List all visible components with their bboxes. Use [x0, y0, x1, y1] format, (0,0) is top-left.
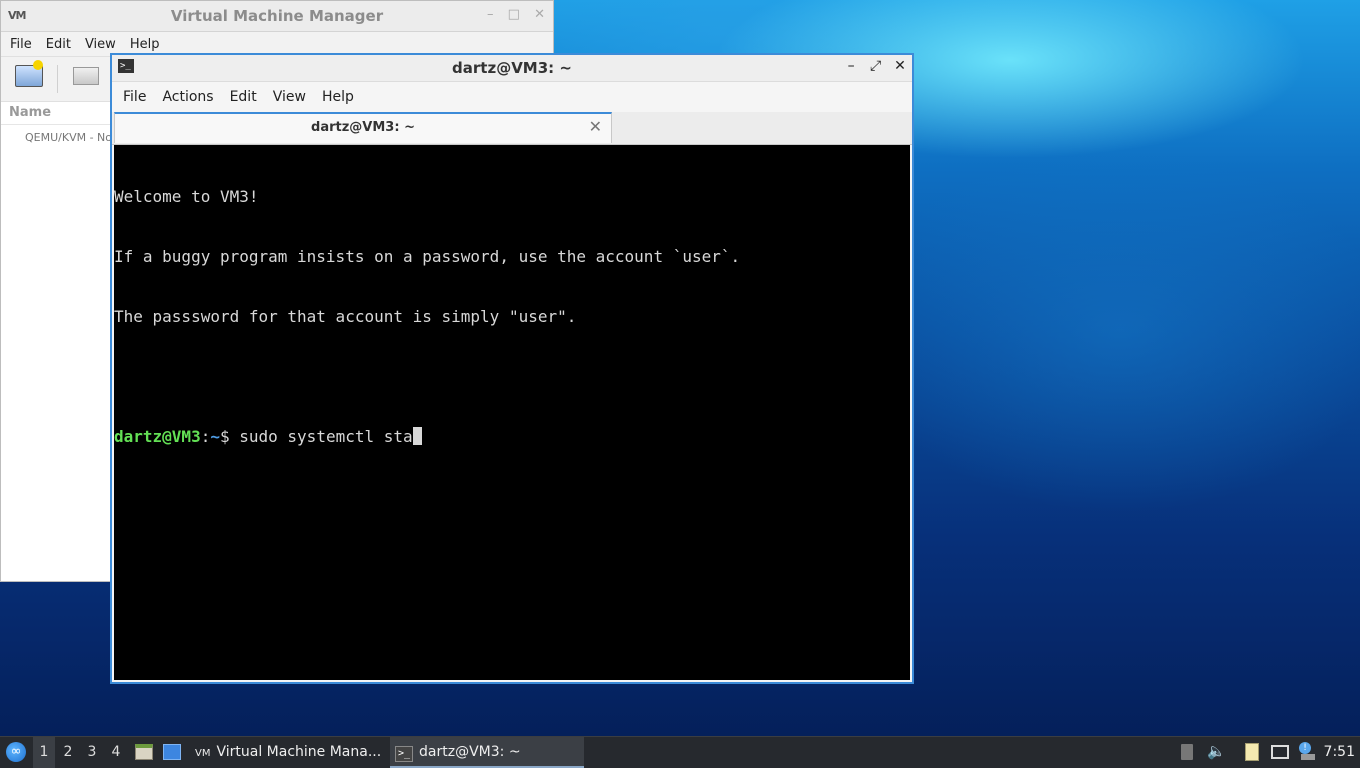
toolbar-separator: [57, 65, 58, 93]
terminal-menu-actions[interactable]: Actions: [154, 89, 221, 105]
prompt-symbol: $: [219, 427, 240, 446]
terminal-tab[interactable]: dartz@VM3: ~ ✕: [114, 112, 612, 143]
workspace-2[interactable]: 2: [57, 737, 79, 768]
terminal-menu-edit[interactable]: Edit: [222, 89, 265, 105]
workspace-3[interactable]: 3: [81, 737, 103, 768]
taskbar-task-label: dartz@VM3: ~: [419, 744, 521, 760]
terminal-menu-view[interactable]: View: [265, 89, 314, 105]
terminal-menubar: File Actions Edit View Help: [112, 82, 912, 112]
vmm-icon: VM: [195, 748, 211, 759]
close-icon[interactable]: ✕: [894, 58, 906, 74]
workspace-1[interactable]: 1: [33, 737, 55, 768]
file-manager-icon[interactable]: [135, 744, 153, 760]
maximize-icon[interactable]: □: [508, 7, 520, 22]
vmm-menu-file[interactable]: File: [3, 37, 39, 52]
prompt-path: ~: [210, 427, 220, 446]
text-cursor: [412, 427, 422, 445]
console-line: The passsword for that account is simply…: [114, 307, 577, 326]
taskbar-task-label: Virtual Machine Mana...: [216, 744, 382, 760]
terminal-console[interactable]: Welcome to VM3! If a buggy program insis…: [114, 145, 910, 680]
tab-close-icon[interactable]: ✕: [589, 117, 602, 136]
new-vm-icon[interactable]: [15, 60, 43, 87]
minimize-icon[interactable]: –: [487, 7, 494, 22]
prompt-user: dartz@VM3: [114, 427, 201, 446]
tray-scroll-icon[interactable]: [1181, 744, 1193, 760]
terminal-window[interactable]: >_ dartz@VM3: ~ – ⤢ ✕ File Actions Edit …: [110, 53, 914, 684]
console-line: If a buggy program insists on a password…: [114, 247, 741, 266]
terminal-window-title: dartz@VM3: ~: [452, 59, 572, 77]
terminal-tab-label: dartz@VM3: ~: [311, 120, 415, 135]
console-prompt-line: dartz@VM3:~$ sudo systemctl sta: [114, 427, 910, 447]
command-input[interactable]: sudo systemctl sta: [239, 427, 412, 446]
update-icon[interactable]: [1301, 754, 1315, 760]
maximize-icon[interactable]: ⤢: [870, 58, 882, 74]
terminal-tabbar: dartz@VM3: ~ ✕: [112, 112, 912, 145]
clock[interactable]: 7:51: [1324, 737, 1355, 768]
vmm-menu-help[interactable]: Help: [123, 37, 167, 52]
notification-icon[interactable]: !: [1299, 742, 1311, 754]
clipboard-icon[interactable]: [1245, 743, 1259, 761]
volume-icon[interactable]: 🔈: [1207, 742, 1226, 760]
network-icon[interactable]: [1271, 745, 1289, 759]
terminal-titlebar[interactable]: >_ dartz@VM3: ~ – ⤢ ✕: [112, 55, 912, 82]
show-desktop-icon[interactable]: [163, 744, 181, 760]
minimize-icon[interactable]: –: [845, 58, 857, 74]
terminal-menu-file[interactable]: File: [115, 89, 154, 105]
terminal-menu-help[interactable]: Help: [314, 89, 362, 105]
vmm-titlebar[interactable]: VM Virtual Machine Manager – □ ✕: [1, 1, 553, 32]
vmm-menu-edit[interactable]: Edit: [39, 37, 78, 52]
workspace-4[interactable]: 4: [105, 737, 127, 768]
open-console-icon[interactable]: [73, 67, 99, 85]
taskbar-task-terminal[interactable]: >_ dartz@VM3: ~: [390, 737, 584, 768]
start-menu-icon[interactable]: ∞: [6, 742, 26, 762]
console-line: Welcome to VM3!: [114, 187, 259, 206]
taskbar: ∞ 1 2 3 4 VM Virtual Machine Mana... >_ da…: [0, 736, 1360, 768]
prompt-separator: :: [200, 427, 211, 446]
vmm-menu-view[interactable]: View: [78, 37, 123, 52]
terminal-icon: >_: [395, 746, 414, 762]
vmm-window-title: Virtual Machine Manager: [170, 7, 384, 25]
taskbar-task-vmm[interactable]: VM Virtual Machine Mana...: [190, 737, 386, 768]
close-icon[interactable]: ✕: [534, 7, 545, 22]
